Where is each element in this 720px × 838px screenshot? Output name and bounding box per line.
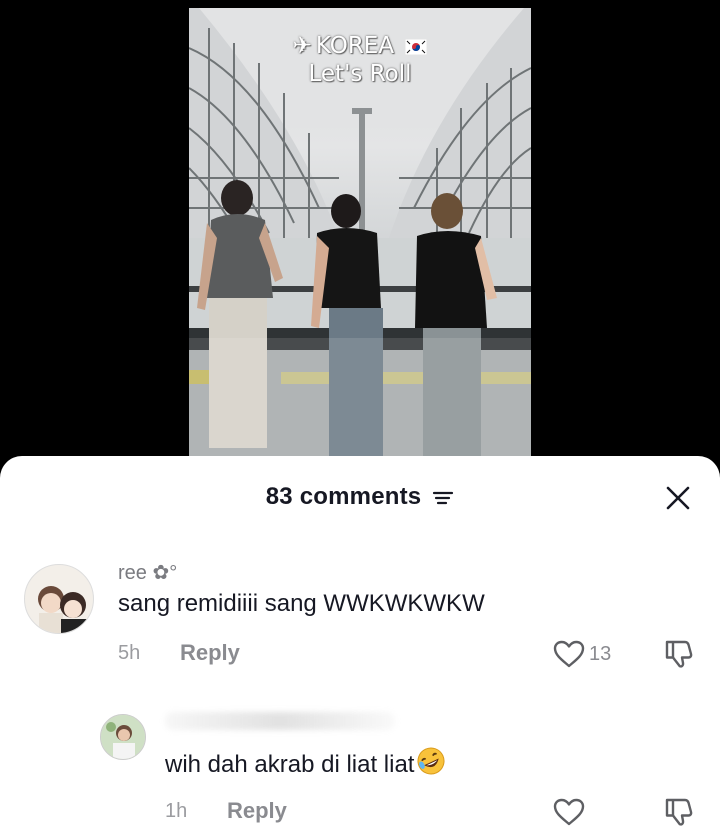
- airplane-icon: ✈: [292, 33, 312, 59]
- comment-text: sang remidiiii sang WWKWKWKW: [118, 590, 485, 617]
- blurred-username: [165, 712, 395, 730]
- comment-time: 5h: [118, 642, 141, 664]
- comment-time: 1h: [165, 800, 188, 822]
- comment-item: wih dah akrab di liat liat 1h Reply: [0, 704, 720, 838]
- comments-header: 83 comments: [0, 456, 720, 540]
- caption-korea-text: KOREA: [315, 33, 395, 59]
- dislike-icon[interactable]: [663, 638, 695, 670]
- heart-icon: [553, 640, 585, 668]
- comment-text: wih dah akrab di liat liat: [165, 746, 446, 779]
- comments-sheet: 83 comments ree ✿° sang remidiiii sang W…: [0, 456, 720, 838]
- comment-item: ree ✿° sang remidiiii sang WWKWKWKW 5h R…: [0, 556, 720, 676]
- video-caption: ✈ KOREA Let's Roll: [189, 32, 531, 88]
- caption-line-1: ✈ KOREA: [189, 32, 531, 60]
- comment-username[interactable]: ree ✿°: [118, 560, 177, 585]
- video-player[interactable]: ✈ KOREA Let's Roll: [0, 0, 720, 470]
- comments-count-text: 83 comments: [265, 482, 422, 510]
- like-button[interactable]: 13: [553, 640, 611, 668]
- rolling-on-floor-laughing-emoji: [417, 747, 445, 775]
- avatar[interactable]: [24, 564, 94, 634]
- avatar[interactable]: [100, 714, 146, 760]
- dislike-icon[interactable]: [663, 796, 695, 828]
- comments-title[interactable]: 83 comments: [0, 482, 720, 511]
- video-frame[interactable]: ✈ KOREA Let's Roll: [189, 8, 531, 470]
- close-icon[interactable]: [664, 484, 692, 512]
- reply-button[interactable]: Reply: [227, 798, 287, 824]
- sort-lines-icon[interactable]: [432, 489, 454, 507]
- like-count: 13: [589, 642, 612, 665]
- reply-button[interactable]: Reply: [180, 640, 240, 666]
- caption-line-2: Let's Roll: [308, 61, 412, 87]
- comment-text-content: wih dah akrab di liat liat: [165, 751, 415, 778]
- like-button[interactable]: [553, 798, 589, 826]
- korea-flag-icon: [405, 38, 428, 55]
- heart-icon: [553, 798, 585, 826]
